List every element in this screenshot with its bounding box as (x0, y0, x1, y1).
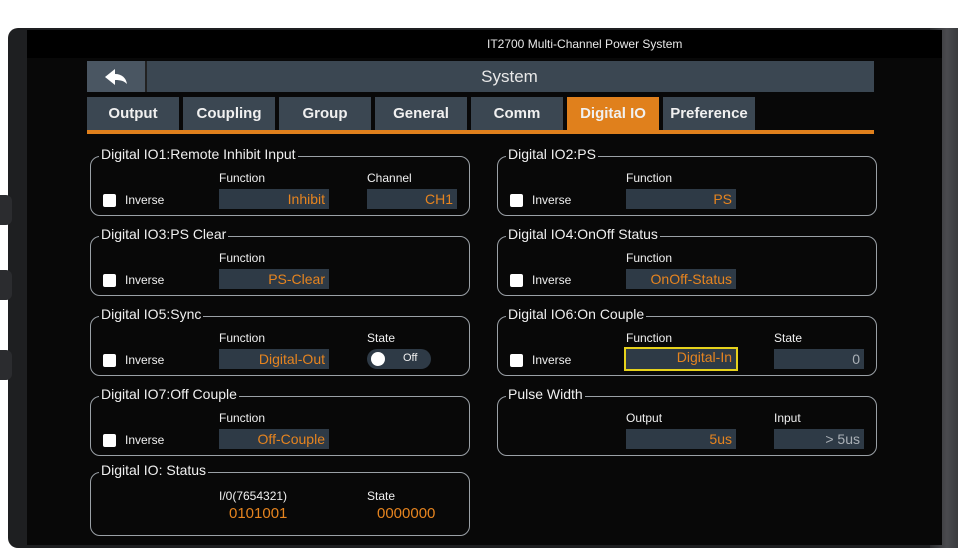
io6-inverse-label: Inverse (532, 353, 572, 367)
tab-underline (87, 130, 874, 134)
tab-comm[interactable]: Comm (471, 97, 563, 130)
io5-state-toggle[interactable]: Off (367, 349, 431, 369)
io7-function-label: Function (219, 411, 266, 425)
io6-state-field[interactable]: 0 (774, 349, 864, 369)
side-tab (0, 270, 12, 300)
io2-group: Digital IO2:PS Inverse Function PS (497, 146, 877, 216)
tab-group[interactable]: Group (279, 97, 371, 130)
tab-output[interactable]: Output (87, 97, 179, 130)
io4-inverse-checkbox[interactable] (510, 274, 523, 287)
io-status-group: Digital IO: Status I/0(7654321) 0101001 … (90, 462, 470, 536)
back-arrow-icon (105, 68, 127, 85)
io1-function-field[interactable]: Inhibit (219, 189, 329, 209)
io-status-title: Digital IO: Status (99, 462, 209, 478)
io4-group: Digital IO4:OnOff Status Inverse Functio… (497, 226, 877, 296)
io-status-state-label: State (367, 489, 396, 503)
io2-inverse-label: Inverse (532, 193, 572, 207)
io5-title: Digital IO5:Sync (99, 306, 204, 322)
io1-inverse-checkbox[interactable] (103, 194, 116, 207)
io1-title: Digital IO1:Remote Inhibit Input (99, 146, 298, 162)
tab-general[interactable]: General (375, 97, 467, 130)
io7-group: Digital IO7:Off Couple Inverse Function … (90, 386, 470, 456)
io5-state-label: State (367, 331, 396, 345)
io1-channel-field[interactable]: CH1 (367, 189, 457, 209)
io1-group: Digital IO1:Remote Inhibit Input Inverse… (90, 146, 470, 216)
io7-function-field[interactable]: Off-Couple (219, 429, 329, 449)
io1-channel-label: Channel (367, 171, 412, 185)
window-title-bar: IT2700 Multi-Channel Power System (27, 30, 942, 58)
io5-group: Digital IO5:Sync Inverse Function Digita… (90, 306, 470, 376)
io3-inverse-label: Inverse (125, 273, 165, 287)
io-status-io-label: I/0(7654321) (219, 489, 288, 503)
io4-function-field[interactable]: OnOff-Status (626, 269, 736, 289)
side-tab (0, 195, 12, 225)
io-status-io-value: 0101001 (229, 505, 288, 522)
io4-inverse-label: Inverse (532, 273, 572, 287)
io5-function-field[interactable]: Digital-Out (219, 349, 329, 369)
io6-function-label: Function (626, 331, 673, 345)
system-header: System (87, 61, 874, 92)
io6-title: Digital IO6:On Couple (506, 306, 647, 322)
io6-function-field[interactable]: Digital-In (624, 347, 738, 371)
io2-inverse-checkbox[interactable] (510, 194, 523, 207)
window-title: IT2700 Multi-Channel Power System (487, 37, 683, 51)
io4-function-label: Function (626, 251, 673, 265)
io3-inverse-checkbox[interactable] (103, 274, 116, 287)
pulse-width-title: Pulse Width (506, 386, 585, 402)
io7-title: Digital IO7:Off Couple (99, 386, 239, 402)
tab-bar: Output Coupling Group General Comm Digit… (87, 97, 755, 130)
io7-inverse-label: Inverse (125, 433, 165, 447)
io6-state-label: State (774, 331, 803, 345)
screen: IT2700 Multi-Channel Power System System… (27, 30, 942, 545)
io3-function-field[interactable]: PS-Clear (219, 269, 329, 289)
io5-inverse-label: Inverse (125, 353, 165, 367)
io1-inverse-label: Inverse (125, 193, 165, 207)
tab-digital-io[interactable]: Digital IO (567, 97, 659, 130)
io3-title: Digital IO3:PS Clear (99, 226, 229, 242)
io4-title: Digital IO4:OnOff Status (506, 226, 660, 242)
pulse-input-field[interactable]: > 5us (774, 429, 864, 449)
pulse-output-label: Output (626, 411, 663, 425)
io2-title: Digital IO2:PS (506, 146, 598, 162)
io3-group: Digital IO3:PS Clear Inverse Function PS… (90, 226, 470, 296)
io5-state-value: Off (403, 352, 418, 364)
io-status-state-value: 0000000 (377, 505, 436, 522)
io6-inverse-checkbox[interactable] (510, 354, 523, 367)
io5-function-label: Function (219, 331, 266, 345)
tab-preference[interactable]: Preference (663, 97, 755, 130)
tab-coupling[interactable]: Coupling (183, 97, 275, 130)
pulse-output-field[interactable]: 5us (626, 429, 736, 449)
io2-function-field[interactable]: PS (626, 189, 736, 209)
back-button[interactable] (87, 61, 147, 92)
io1-function-label: Function (219, 171, 266, 185)
io6-group: Digital IO6:On Couple Inverse Function D… (497, 306, 877, 376)
pulse-width-group: Pulse Width Output 5us Input > 5us (497, 386, 877, 456)
io2-function-label: Function (626, 171, 673, 185)
pulse-input-label: Input (774, 411, 801, 425)
io7-inverse-checkbox[interactable] (103, 434, 116, 447)
io3-function-label: Function (219, 251, 266, 265)
io5-inverse-checkbox[interactable] (103, 354, 116, 367)
page-title: System (481, 67, 538, 86)
toggle-knob (371, 352, 385, 366)
side-tab (0, 350, 12, 380)
